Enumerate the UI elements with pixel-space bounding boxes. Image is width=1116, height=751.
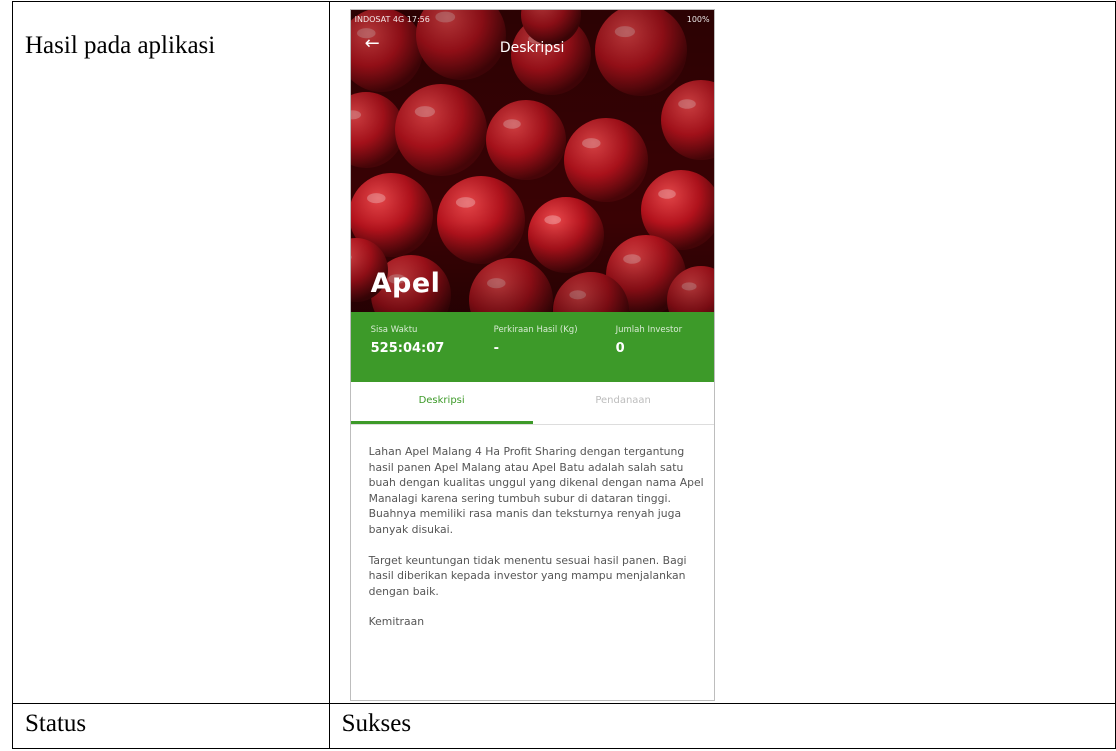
stat-value: 0: [615, 341, 625, 356]
document-table: Hasil pada aplikasi INDOSAT 4G 17:56 100…: [12, 1, 1116, 749]
app-title: Deskripsi: [499, 40, 565, 56]
status-value: Sukses: [341, 710, 412, 737]
screenshot-cell: INDOSAT 4G 17:56 100% ← Deskripsi Apel S…: [328, 1, 1116, 704]
tab-bar: Deskripsi Pendanaan: [350, 382, 714, 425]
status-left-text: INDOSAT 4G 17:56: [354, 14, 430, 24]
description-paragraph: Target keuntungan tidak menentu sesuai h…: [368, 553, 687, 598]
status-bar: INDOSAT 4G 17:56 100%: [355, 12, 710, 26]
table-row: Hasil pada aplikasi INDOSAT 4G 17:56 100…: [12, 1, 1116, 704]
stat-remaining-time: Sisa Waktu 525:04:07: [371, 325, 445, 356]
stat-label: Sisa Waktu: [370, 325, 418, 335]
stat-label: Jumlah Investor: [615, 325, 683, 335]
row-label-status: Status: [25, 710, 87, 737]
stat-value: 525:04:07: [370, 341, 445, 356]
description-text: Lahan Apel Malang 4 Ha Profit Sharing de…: [369, 444, 704, 645]
tab-deskripsi[interactable]: Deskripsi: [351, 395, 533, 406]
description-paragraph: Lahan Apel Malang 4 Ha Profit Sharing de…: [368, 445, 704, 536]
stats-bar: Sisa Waktu 525:04:07 Perkiraan Hasil (Kg…: [350, 312, 714, 382]
label-cell: Hasil pada aplikasi: [12, 1, 330, 704]
stat-label: Perkiraan Hasil (Kg): [493, 325, 578, 335]
hero-image: INDOSAT 4G 17:56 100% ← Deskripsi Apel: [350, 10, 714, 312]
app-screenshot: INDOSAT 4G 17:56 100% ← Deskripsi Apel S…: [349, 9, 715, 701]
stat-investor-count: Jumlah Investor 0: [616, 325, 682, 356]
label-cell: Status: [12, 703, 330, 749]
hero-title: Apel: [370, 268, 441, 299]
stat-estimated-yield: Perkiraan Hasil (Kg) -: [494, 325, 578, 356]
row-label-result: Hasil pada aplikasi: [25, 32, 216, 59]
active-tab-indicator: [350, 421, 533, 424]
tab-pendanaan[interactable]: Pendanaan: [533, 395, 714, 406]
stat-value: -: [493, 341, 500, 356]
battery-text: 100%: [686, 14, 710, 24]
table-row: Status Sukses: [12, 703, 1116, 749]
description-paragraph: Kemitraan: [368, 615, 425, 629]
value-cell: Sukses: [328, 703, 1116, 749]
